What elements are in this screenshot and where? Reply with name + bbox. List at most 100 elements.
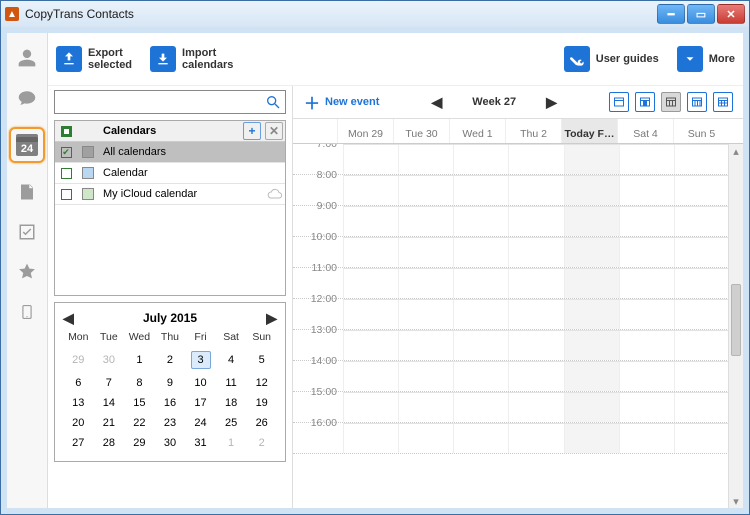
time-cell[interactable] [674, 393, 729, 422]
mini-cal-day[interactable]: 5 [246, 347, 277, 373]
mini-cal-day[interactable]: 22 [124, 413, 155, 433]
day-header[interactable]: Today F… [561, 119, 617, 143]
time-cell[interactable] [564, 300, 619, 329]
time-cell[interactable] [453, 331, 508, 360]
time-cell[interactable] [564, 362, 619, 391]
minimize-button[interactable]: ━ [657, 4, 685, 24]
time-cell[interactable] [674, 424, 729, 453]
day-header[interactable]: Thu 2 [505, 119, 561, 143]
mini-cal-day[interactable]: 21 [94, 413, 125, 433]
mini-cal-day[interactable]: 23 [155, 413, 186, 433]
search-field[interactable] [54, 90, 286, 114]
time-cell[interactable] [674, 300, 729, 329]
time-cell[interactable] [508, 393, 563, 422]
time-cell[interactable] [674, 176, 729, 205]
device-icon[interactable] [16, 301, 38, 323]
time-cell[interactable] [398, 424, 453, 453]
bookmarks-icon[interactable] [16, 261, 38, 283]
time-cell[interactable] [564, 393, 619, 422]
mini-cal-next-button[interactable]: ▶ [266, 310, 277, 327]
search-icon[interactable] [265, 94, 281, 110]
time-cell[interactable] [619, 269, 674, 298]
calendar-tab-selected[interactable]: 24 [9, 127, 45, 163]
time-grid[interactable]: 7:008:009:0010:0011:0012:0013:0014:0015:… [293, 144, 743, 508]
delete-calendar-button[interactable]: ✕ [265, 122, 283, 140]
time-cell[interactable] [453, 393, 508, 422]
mini-cal-day[interactable]: 4 [216, 347, 247, 373]
mini-cal-day[interactable]: 7 [94, 373, 125, 393]
time-cell[interactable] [674, 331, 729, 360]
calendar-checkbox[interactable] [61, 189, 72, 200]
time-cell[interactable] [453, 207, 508, 236]
time-cell[interactable] [619, 393, 674, 422]
view-list-button[interactable] [609, 92, 629, 112]
day-header[interactable]: Sat 4 [617, 119, 673, 143]
export-selected-button[interactable]: Exportselected [56, 46, 132, 72]
time-cell[interactable] [619, 238, 674, 267]
mini-cal-day[interactable]: 1 [216, 433, 247, 453]
mini-cal-day[interactable]: 9 [155, 373, 186, 393]
time-cell[interactable] [343, 238, 398, 267]
time-cell[interactable] [508, 362, 563, 391]
time-cell[interactable] [343, 393, 398, 422]
time-cell[interactable] [508, 145, 563, 174]
mini-cal-day[interactable]: 17 [185, 393, 216, 413]
mini-cal-day[interactable]: 11 [216, 373, 247, 393]
time-cell[interactable] [619, 362, 674, 391]
mini-cal-day[interactable]: 13 [63, 393, 94, 413]
mini-cal-day[interactable]: 24 [185, 413, 216, 433]
mini-cal-prev-button[interactable]: ◀ [63, 310, 74, 327]
time-cell[interactable] [398, 207, 453, 236]
view-month-button[interactable] [713, 92, 733, 112]
time-cell[interactable] [398, 393, 453, 422]
time-cell[interactable] [343, 300, 398, 329]
time-cell[interactable] [564, 424, 619, 453]
mini-cal-day[interactable]: 6 [63, 373, 94, 393]
mini-cal-day[interactable]: 2 [155, 347, 186, 373]
time-cell[interactable] [398, 176, 453, 205]
time-cell[interactable] [564, 207, 619, 236]
new-event-button[interactable]: ＋ New event [303, 93, 379, 111]
time-cell[interactable] [508, 300, 563, 329]
time-cell[interactable] [453, 424, 508, 453]
mini-cal-day[interactable]: 8 [124, 373, 155, 393]
prev-week-button[interactable]: ◀ [432, 94, 443, 111]
maximize-button[interactable]: ▭ [687, 4, 715, 24]
time-cell[interactable] [564, 238, 619, 267]
todos-icon[interactable] [16, 221, 38, 243]
close-button[interactable]: ✕ [717, 4, 745, 24]
time-cell[interactable] [508, 176, 563, 205]
time-cell[interactable] [453, 176, 508, 205]
day-header[interactable]: Mon 29 [337, 119, 393, 143]
mini-cal-day[interactable]: 30 [155, 433, 186, 453]
import-calendars-button[interactable]: Importcalendars [150, 46, 233, 72]
time-cell[interactable] [508, 331, 563, 360]
time-cell[interactable] [619, 207, 674, 236]
time-cell[interactable] [619, 424, 674, 453]
time-cell[interactable] [398, 331, 453, 360]
notes-icon[interactable] [16, 181, 38, 203]
mini-cal-day[interactable]: 16 [155, 393, 186, 413]
time-cell[interactable] [674, 207, 729, 236]
time-cell[interactable] [398, 238, 453, 267]
time-cell[interactable] [398, 145, 453, 174]
time-cell[interactable] [343, 145, 398, 174]
mini-cal-day[interactable]: 28 [94, 433, 125, 453]
mini-cal-day[interactable]: 26 [246, 413, 277, 433]
time-cell[interactable] [564, 176, 619, 205]
time-cell[interactable] [508, 207, 563, 236]
time-cell[interactable] [453, 269, 508, 298]
user-guides-button[interactable]: User guides [564, 46, 659, 72]
time-cell[interactable] [398, 269, 453, 298]
time-cell[interactable] [453, 300, 508, 329]
time-cell[interactable] [343, 269, 398, 298]
mini-cal-day[interactable]: 29 [124, 433, 155, 453]
scroll-down-button[interactable]: ▾ [729, 494, 743, 508]
vertical-scrollbar[interactable]: ▴ ▾ [728, 144, 743, 508]
mini-cal-day[interactable]: 2 [246, 433, 277, 453]
mini-cal-day[interactable]: 30 [94, 347, 125, 373]
mini-cal-day[interactable]: 18 [216, 393, 247, 413]
mini-cal-day[interactable]: 29 [63, 347, 94, 373]
calendar-checkbox[interactable] [61, 147, 72, 158]
mini-cal-day[interactable]: 1 [124, 347, 155, 373]
